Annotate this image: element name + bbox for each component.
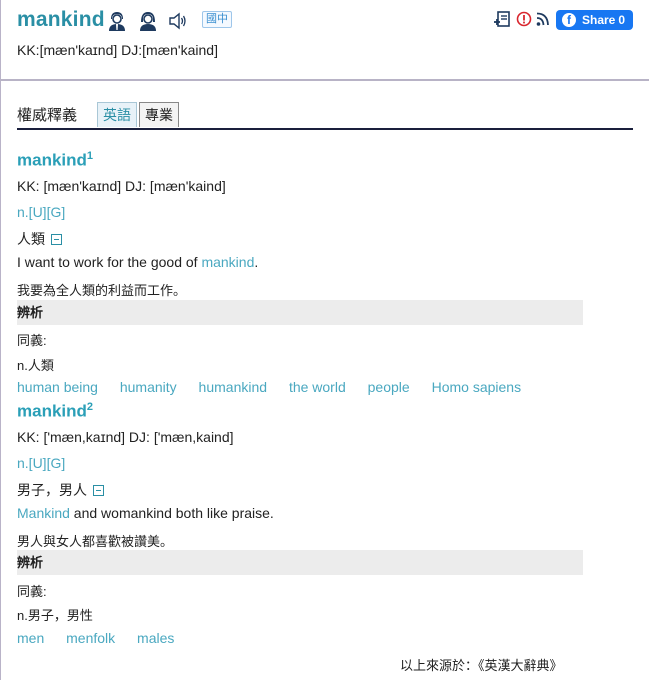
synonym-link[interactable]: humankind — [199, 379, 268, 395]
entry-headword: mankind1 — [17, 150, 93, 171]
synonym-pos: n.男子，男性 — [17, 608, 93, 623]
entry-word-text: mankind — [17, 401, 87, 421]
synonym-link[interactable]: Homo sapiens — [432, 379, 522, 395]
part-of-speech: n.[U][G] — [17, 455, 66, 471]
synonym-list: men menfolk males — [17, 630, 192, 646]
section-heading: 權威釋義 — [17, 107, 78, 124]
entry-phonetic: KK: ['mæn,kaɪnd] DJ: ['mæn,kaind] — [17, 429, 234, 445]
entry-number: 2 — [86, 401, 94, 413]
sense-row: 人類 — [17, 229, 62, 249]
facebook-share-button[interactable]: f Share 0 — [556, 10, 633, 30]
collapse-icon[interactable] — [93, 485, 104, 496]
male-speaker-icon[interactable] — [107, 10, 127, 37]
example-text: I want to work for the good of — [17, 254, 202, 270]
headword-title: mankind — [17, 8, 105, 31]
analysis-bar: 辨析 — [17, 300, 583, 325]
part-of-speech: n.[U][G] — [17, 204, 66, 220]
source-citation: 以上來源於：《英漢大辭典》 — [400, 658, 563, 673]
synonym-label: 同義: — [17, 584, 47, 599]
example-chinese: 我要為全人類的利益而工作。 — [17, 283, 187, 298]
example-text: and womankind both like praise. — [69, 505, 274, 521]
synonym-list: human being humanity humankind the world… — [17, 379, 539, 395]
tab-english[interactable]: 英語 — [97, 102, 137, 127]
analysis-label: 辨析 — [17, 555, 44, 570]
example-highlight-link[interactable]: mankind — [201, 254, 254, 270]
window-left-border — [0, 0, 1, 680]
synonym-link[interactable]: humanity — [120, 379, 177, 395]
analysis-label: 辨析 — [17, 305, 44, 320]
synonym-link[interactable]: human being — [17, 379, 98, 395]
tab-professional[interactable]: 專業 — [139, 102, 179, 127]
synonym-link[interactable]: men — [17, 630, 44, 646]
example-text-end: . — [254, 254, 259, 270]
sense-text: 男子，男人 — [17, 482, 87, 498]
example-chinese: 男人與女人都喜歡被讚美。 — [17, 534, 174, 549]
level-badge: 國中 — [202, 11, 232, 28]
entry-headword: mankind2 — [17, 401, 93, 422]
example-english: I want to work for the good of mankind. — [17, 254, 258, 270]
rss-icon[interactable] — [536, 10, 550, 33]
example-highlight-link[interactable]: Mankind — [17, 505, 70, 521]
facebook-icon: f — [562, 13, 576, 27]
share-count: 0 — [618, 13, 626, 27]
synonym-link[interactable]: menfolk — [66, 630, 115, 646]
word-header: mankind 國中 f Share 0 KK:[mæn'kaɪnd] DJ:[… — [0, 0, 649, 79]
report-error-icon[interactable] — [516, 10, 532, 33]
entry-number: 1 — [86, 150, 94, 162]
female-speaker-icon[interactable] — [138, 10, 158, 37]
sense-text: 人類 — [17, 231, 45, 247]
synonym-link[interactable]: males — [137, 630, 174, 646]
definition-tabs: 權威釋義 英語 專業 — [17, 102, 633, 130]
speaker-icon[interactable] — [168, 12, 188, 35]
sense-row: 男子，男人 — [17, 480, 104, 500]
synonym-label: 同義: — [17, 333, 47, 348]
header-phonetic: KK:[mæn'kaɪnd] DJ:[mæn'kaind] — [17, 42, 218, 58]
synonym-link[interactable]: people — [368, 379, 410, 395]
synonym-link[interactable]: the world — [289, 379, 346, 395]
example-english: Mankind and womankind both like praise. — [17, 505, 274, 521]
share-label: Share — [582, 13, 616, 27]
synonym-pos: n.人類 — [17, 358, 54, 373]
header-divider — [0, 79, 649, 81]
entry-word-text: mankind — [17, 150, 87, 170]
analysis-bar: 辨析 — [17, 550, 583, 575]
add-to-wordbook-icon[interactable] — [493, 10, 511, 33]
collapse-icon[interactable] — [51, 234, 62, 245]
entry-phonetic: KK: [mæn'kaɪnd] DJ: [mæn'kaind] — [17, 178, 226, 194]
